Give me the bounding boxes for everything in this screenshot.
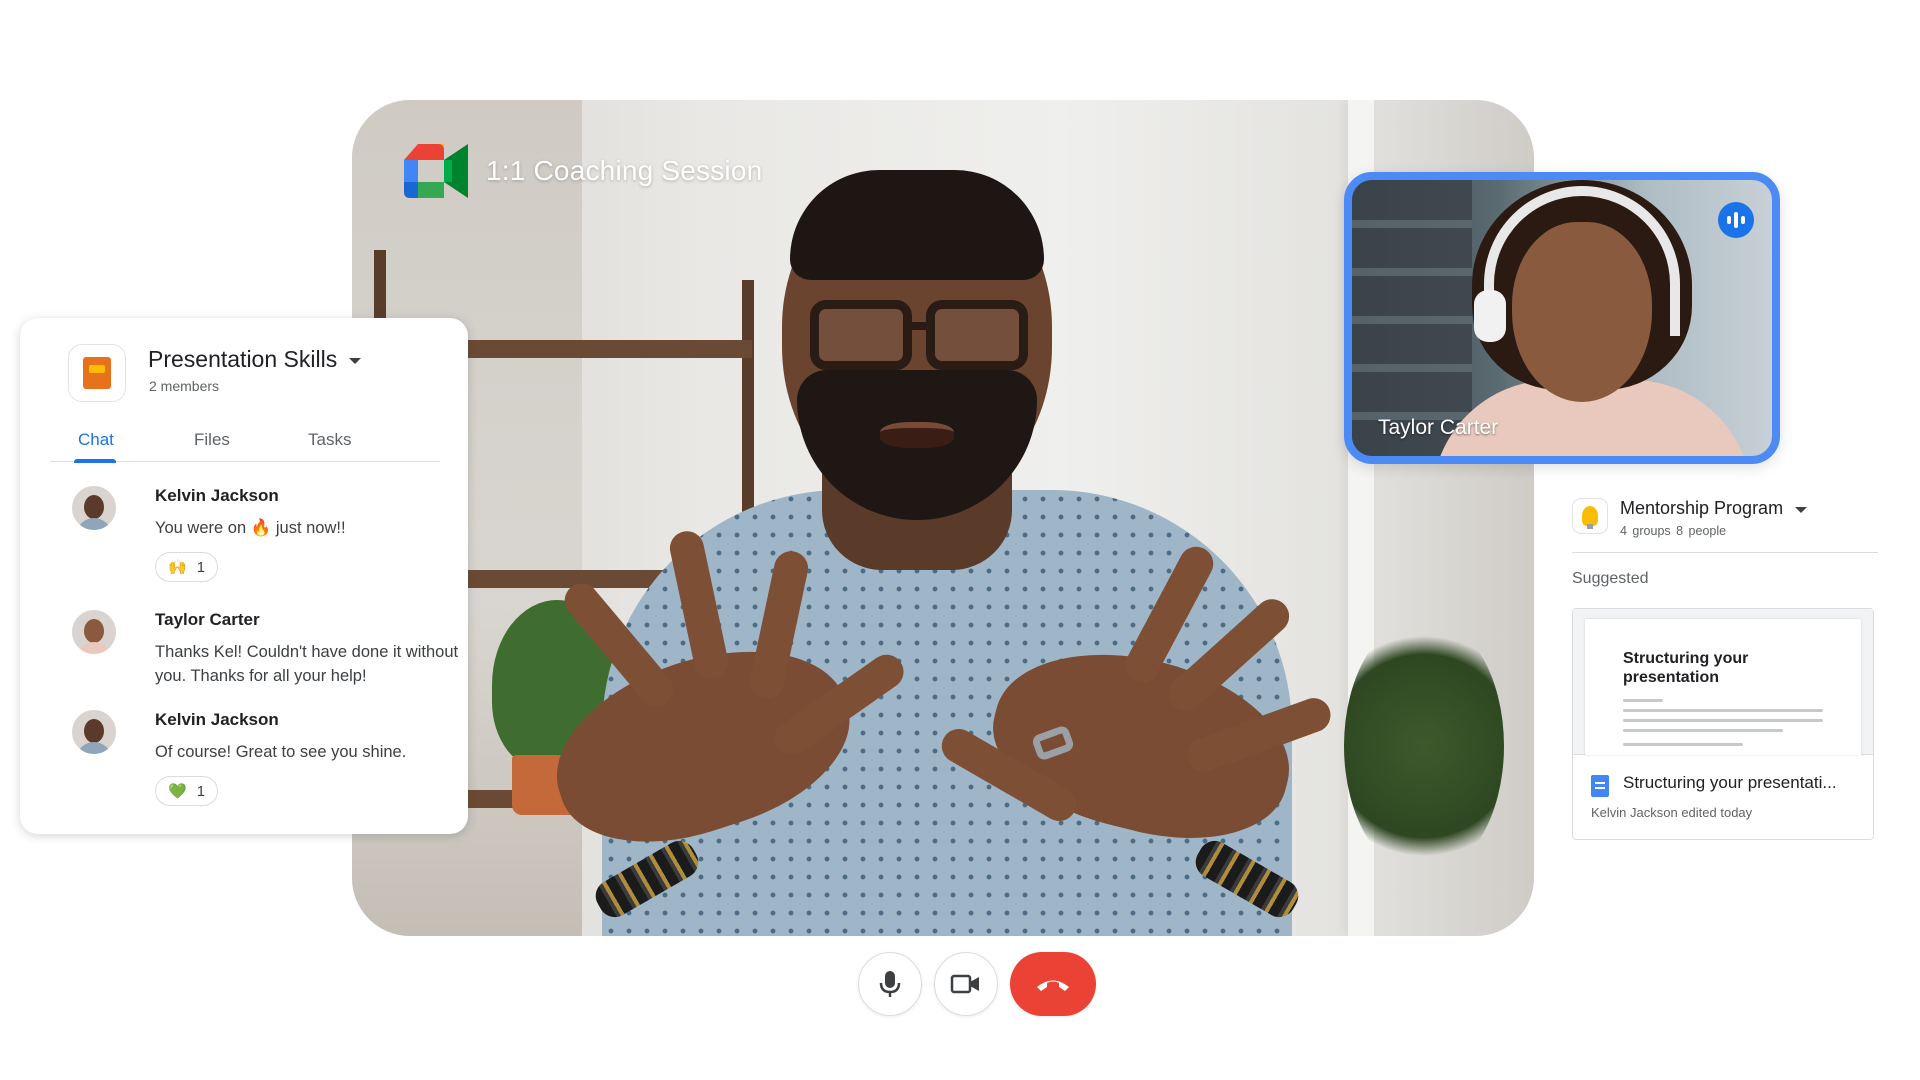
meeting-title: 1:1 Coaching Session [486, 155, 763, 186]
message-text-part: You were on [155, 519, 247, 537]
end-call-button[interactable] [1010, 952, 1096, 1016]
presenter-hair [790, 170, 1044, 280]
raised-hands-emoji-icon: 🙌 [168, 559, 187, 576]
mic-button[interactable] [858, 952, 922, 1016]
presenter-glasses-right [926, 300, 1028, 370]
doc-line [1623, 699, 1663, 702]
chat-tabs: Chat Files Tasks [50, 422, 440, 463]
suggested-doc-card[interactable]: Structuring your presentation Structurin… [1572, 608, 1874, 840]
active-tab-indicator [74, 459, 116, 463]
presenter-mouth [880, 422, 954, 448]
reaction-count: 1 [196, 782, 206, 800]
presenter-glasses-left [810, 300, 912, 370]
reaction-chip[interactable]: 🙌 1 [155, 552, 219, 582]
tab-tasks[interactable]: Tasks [308, 430, 351, 450]
doc-name: Structuring your presentati... [1623, 773, 1837, 792]
doc-line [1623, 743, 1743, 746]
message-text-part: just now!! [275, 519, 346, 537]
caret-down-icon [1795, 506, 1808, 513]
participant-name: Taylor Carter [1378, 416, 1499, 439]
participant-tile[interactable]: Taylor Carter [1344, 172, 1780, 464]
chat-message: Taylor Carter Thanks Kel! Couldn't have … [72, 610, 458, 700]
meeting-header: 1:1 Coaching Session [404, 144, 762, 198]
reaction-chip[interactable]: 💚 1 [155, 776, 219, 806]
doc-line [1623, 709, 1823, 712]
audio-wave-icon [1718, 202, 1754, 238]
divider [1572, 552, 1878, 553]
message-text: Of course! Great to see you shine. [155, 743, 407, 761]
reaction-count: 1 [196, 558, 206, 576]
chat-message: Kelvin Jackson You were on 🔥 just now!! … [72, 486, 452, 596]
side-panel: Mentorship Program 4 groups 8 people Sug… [1572, 490, 1878, 850]
program-name: Mentorship Program [1620, 498, 1784, 518]
chat-message: Kelvin Jackson Of course! Great to see y… [72, 710, 452, 820]
headset-earcup [1474, 290, 1506, 342]
suggested-label: Suggested [1572, 570, 1649, 587]
tab-files[interactable]: Files [194, 430, 230, 450]
space-members: 2 members [149, 378, 220, 394]
avatar [72, 710, 116, 754]
message-text: Thanks Kel! Couldn't have done it withou… [155, 643, 459, 685]
doc-thumbnail: Structuring your presentation [1573, 609, 1873, 755]
tile-background [1352, 180, 1472, 456]
hang-up-icon [1037, 980, 1069, 991]
doc-thumbnail-title: Structuring your presentation [1623, 650, 1749, 686]
camera-button[interactable] [934, 952, 998, 1016]
program-meta: 4 groups 8 people [1620, 524, 1727, 538]
program-selector[interactable]: Mentorship Program [1620, 498, 1808, 519]
doc-line [1623, 729, 1783, 732]
doc-line [1623, 719, 1823, 722]
caret-down-icon [349, 357, 362, 364]
google-docs-icon [1591, 775, 1609, 797]
google-meet-logo-icon [404, 144, 468, 198]
video-camera-icon [950, 974, 979, 994]
message-author: Taylor Carter [155, 610, 260, 629]
message-author: Kelvin Jackson [155, 710, 279, 729]
avatar [72, 610, 116, 654]
chat-panel: Presentation Skills 2 members Chat Files… [20, 318, 468, 834]
microphone-icon [879, 971, 901, 997]
doc-meta: Kelvin Jackson edited today [1591, 805, 1753, 820]
avatar [72, 486, 116, 530]
lightbulb-icon [1572, 498, 1608, 534]
space-selector[interactable]: Presentation Skills [148, 346, 362, 373]
green-heart-emoji-icon: 💚 [168, 783, 187, 800]
call-controls [858, 952, 1096, 1016]
tab-chat[interactable]: Chat [78, 430, 114, 450]
message-text: You were on 🔥 just now!! [155, 516, 475, 540]
message-author: Kelvin Jackson [155, 486, 279, 505]
fire-emoji-icon: 🔥 [250, 519, 272, 537]
glasses-bridge [910, 322, 930, 330]
doc-page-preview: Structuring your presentation [1585, 619, 1861, 755]
space-name: Presentation Skills [148, 346, 338, 372]
book-icon [68, 344, 126, 402]
